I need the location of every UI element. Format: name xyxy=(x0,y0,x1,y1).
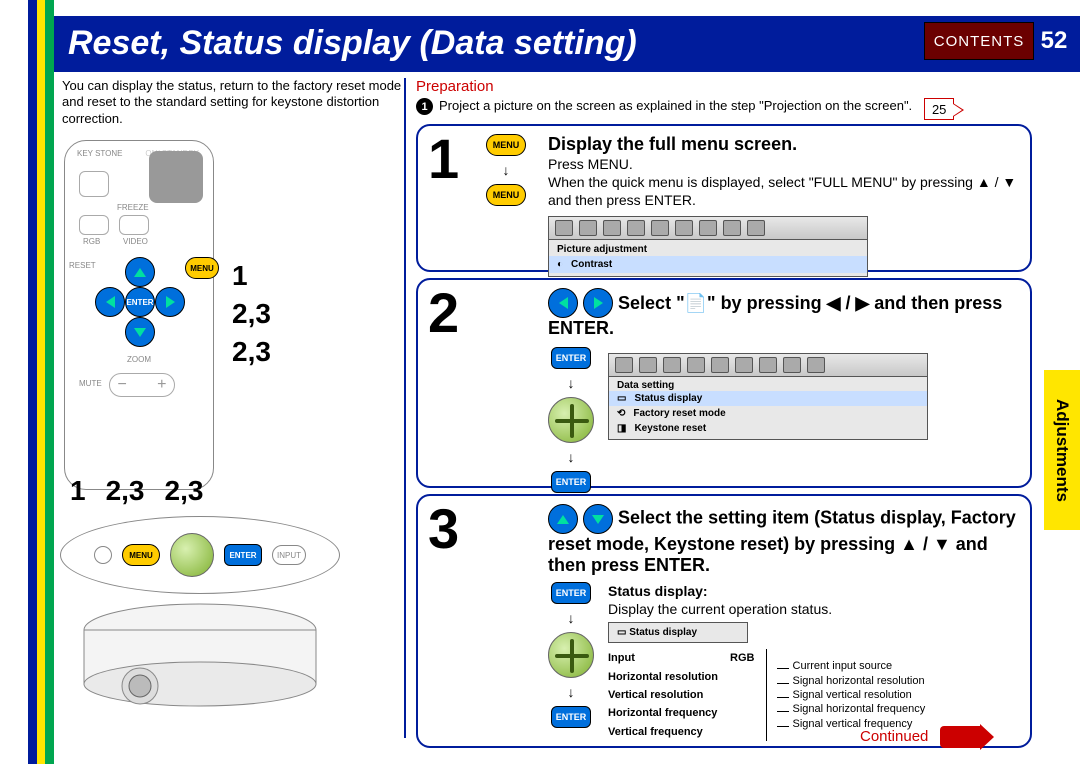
section-tab-adjustments[interactable]: Adjustments xyxy=(1044,370,1080,530)
step-3-box: 3 Select the setting item (Status displa… xyxy=(416,494,1032,748)
osd-submenu: Picture adjustment ◐ Contrast xyxy=(548,240,868,277)
status-display-desc: Display the current operation status. xyxy=(608,600,937,618)
panel-callouts: 1 2,3 2,3 xyxy=(70,475,203,507)
bullet-1-icon: 1 xyxy=(416,98,433,115)
menu-chip-icon: MENU xyxy=(486,134,526,156)
preparation-text: Project a picture on the screen as expla… xyxy=(439,98,912,113)
osd-menu-bar xyxy=(548,216,868,240)
remote-callout-23b: 2,3 xyxy=(232,336,271,368)
step-1-box: 1 MENU ↓ MENU Display the full menu scre… xyxy=(416,124,1032,272)
panel-joystick xyxy=(170,533,214,577)
remote-reset-label: RESET xyxy=(69,261,96,270)
remote-enter-button: ENTER xyxy=(125,287,155,317)
right-arrow-button-icon xyxy=(583,288,613,318)
projector-control-panel: MENU ENTER INPUT xyxy=(60,516,340,594)
page-ref-link[interactable]: 25 xyxy=(924,98,954,120)
page-number: 52 xyxy=(1034,22,1074,60)
enter-chip-icon: ENTER xyxy=(551,471,591,493)
remote-video-label: VIDEO xyxy=(123,237,148,246)
projector-illustration xyxy=(80,600,320,710)
remote-rgb-label: RGB xyxy=(83,237,100,246)
remote-callout-1: 1 xyxy=(232,260,271,292)
osd-menu-bar xyxy=(608,353,928,377)
enter-chip-icon: ENTER xyxy=(551,347,591,369)
remote-dpad: ENTER xyxy=(95,257,185,347)
remote-zoom-label: ZOOM xyxy=(127,355,151,364)
remote-keystone-label: KEY STONE xyxy=(77,149,123,158)
continued-label: Continued xyxy=(860,728,928,745)
step-1-line2: When the quick menu is displayed, select… xyxy=(548,173,1020,209)
step-3-number: 3 xyxy=(428,496,459,561)
down-arrow-icon: ↓ xyxy=(568,684,575,700)
menu-chip-icon: MENU xyxy=(486,184,526,206)
osd-submenu: Data setting ▭ Status display ⟲ Factory … xyxy=(608,377,928,440)
step-2-number: 2 xyxy=(428,280,459,345)
down-arrow-icon: ↓ xyxy=(568,449,575,465)
remote-callout-23a: 2,3 xyxy=(232,298,271,330)
step-2-box: 2 Select "📄" by pressing ◀ / ▶ and then … xyxy=(416,278,1032,488)
panel-enter-button: ENTER xyxy=(224,544,262,566)
preparation-body: 1 Project a picture on the screen as exp… xyxy=(416,98,1032,120)
up-arrow-button-icon xyxy=(548,504,578,534)
panel-input-button: INPUT xyxy=(272,545,306,565)
step-2-title: Select "📄" by pressing ◀ / ▶ and then pr… xyxy=(548,288,1020,339)
remote-mute-label: MUTE xyxy=(79,379,102,388)
enter-chip-icon: ENTER xyxy=(551,582,591,604)
status-display-heading: Status display: xyxy=(608,583,708,599)
step-1-number: 1 xyxy=(428,126,459,191)
remote-menu-button: MENU xyxy=(185,257,219,279)
status-panel-title: ▭ Status display xyxy=(608,622,748,643)
center-divider xyxy=(404,78,406,738)
joystick-icon xyxy=(548,397,594,443)
step-1-line1: Press MENU. xyxy=(548,155,1020,173)
continued-arrow-icon[interactable] xyxy=(940,726,980,748)
preparation-heading: Preparation xyxy=(416,78,494,95)
down-arrow-icon: ↓ xyxy=(503,162,510,178)
step-3-title: Select the setting item (Status display,… xyxy=(548,504,1020,576)
step-1-title: Display the full menu screen. xyxy=(548,134,1020,155)
left-color-strip xyxy=(28,0,54,764)
joystick-icon xyxy=(548,632,594,678)
panel-menu-button: MENU xyxy=(122,544,160,566)
down-arrow-icon: ↓ xyxy=(568,375,575,391)
enter-chip-icon: ENTER xyxy=(551,706,591,728)
remote-freeze-label: FREEZE xyxy=(117,203,149,212)
left-arrow-button-icon xyxy=(548,288,578,318)
down-arrow-icon: ↓ xyxy=(568,610,575,626)
intro-text: You can display the status, return to th… xyxy=(62,78,402,127)
contents-button[interactable]: CONTENTS xyxy=(924,22,1034,60)
down-arrow-button-icon xyxy=(583,504,613,534)
